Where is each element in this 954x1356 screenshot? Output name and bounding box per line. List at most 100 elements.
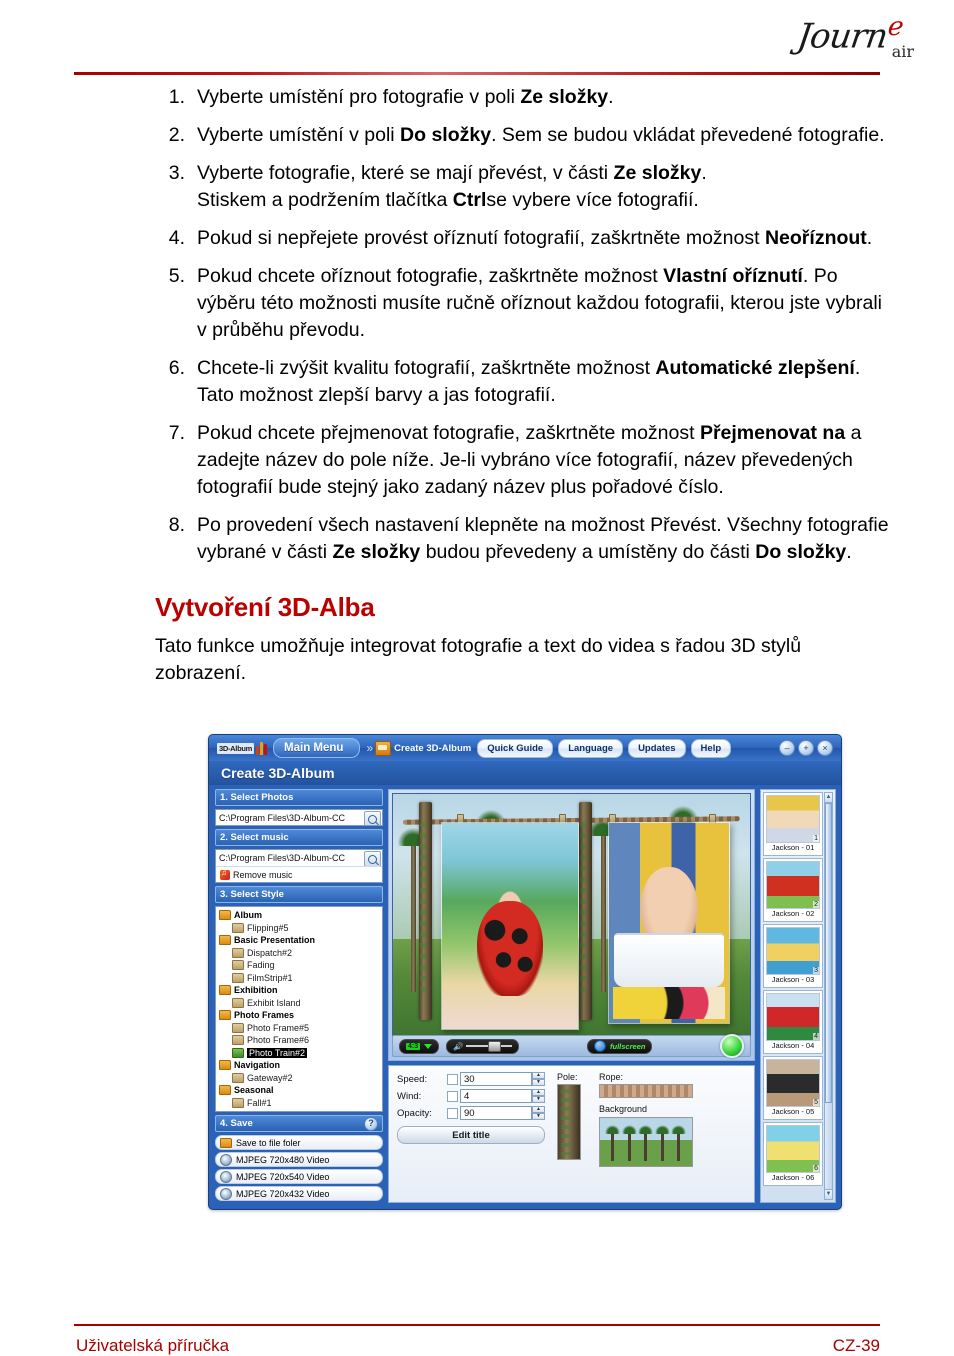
updates-button[interactable]: Updates xyxy=(628,738,686,758)
opacity-checkbox[interactable] xyxy=(447,1107,458,1119)
fullscreen-button[interactable]: fullscreen xyxy=(587,1038,653,1054)
list-item[interactable]: 2 Jackson - 02 xyxy=(763,858,823,922)
left-panel: 1. Select Photos C:\Program Files\3D-Alb… xyxy=(215,789,383,1203)
tree-item-flipping[interactable]: Flipping#5 xyxy=(219,922,382,935)
disc-icon xyxy=(220,1170,232,1183)
rope-swatch[interactable] xyxy=(599,1084,693,1098)
page-content: 1. Vyberte umístění pro fotografie v poli… xyxy=(0,84,954,687)
aspect-ratio-selector[interactable]: 4:3 xyxy=(399,1038,440,1054)
tree-item-gateway[interactable]: Gateway#2 xyxy=(219,1072,382,1085)
spin-up-icon[interactable]: ▲ xyxy=(532,1072,545,1079)
wind-stepper[interactable]: 4 ▲ ▼ xyxy=(447,1089,545,1103)
speed-checkbox[interactable] xyxy=(447,1073,458,1085)
style-tree[interactable]: Album Flipping#5 Basic Presentation Disp… xyxy=(215,906,383,1112)
spin-up-icon[interactable]: ▲ xyxy=(532,1089,545,1096)
music-path-input[interactable]: C:\Program Files\3D-Album-CC xyxy=(216,850,382,867)
tree-group-seasonal[interactable]: Seasonal xyxy=(219,1084,382,1097)
minimize-icon[interactable]: – xyxy=(779,740,795,756)
tree-group-exhibition[interactable]: Exhibition xyxy=(219,984,382,997)
main-menu-button[interactable]: Main Menu xyxy=(273,738,361,758)
background-swatch[interactable] xyxy=(599,1117,693,1167)
save-mjpeg-720x480-button[interactable]: MJPEG 720x480 Video xyxy=(215,1152,383,1167)
browse-photos-button[interactable] xyxy=(364,811,381,825)
preview-canvas[interactable] xyxy=(392,793,751,1037)
opacity-stepper[interactable]: 90 ▲ ▼ xyxy=(447,1106,545,1120)
footer-page-number: CZ-39 xyxy=(832,1336,880,1355)
volume-knob[interactable] xyxy=(488,1041,502,1052)
help-icon[interactable]: ? xyxy=(364,1116,378,1131)
list-item-text: Po provedení všech nastavení klepněte na… xyxy=(197,514,889,563)
photo-tub xyxy=(613,933,725,987)
spin-down-icon[interactable]: ▼ xyxy=(532,1096,545,1103)
tree-group-basic-presentation[interactable]: Basic Presentation xyxy=(219,934,382,947)
tree-item-photo-frame-6[interactable]: Photo Frame#6 xyxy=(219,1034,382,1047)
tree-item-exhibit-island[interactable]: Exhibit Island xyxy=(219,997,382,1010)
folder-icon xyxy=(232,1047,244,1058)
opacity-spin-arrows[interactable]: ▲ ▼ xyxy=(532,1106,545,1120)
help-button[interactable]: Help xyxy=(690,738,732,758)
remove-music-button[interactable]: Remove music xyxy=(216,867,382,882)
volume-track[interactable] xyxy=(466,1041,513,1052)
brand-wordmark: Journe xyxy=(795,12,905,56)
wind-checkbox[interactable] xyxy=(447,1090,458,1102)
list-item[interactable]: 4 Jackson - 04 xyxy=(763,990,823,1054)
list-item: 7. Pokud chcete přejmenovat fotografie, z… xyxy=(155,420,892,501)
list-item-text: Vyberte umístění v poli Do složky. Sem s… xyxy=(197,124,885,146)
play-button[interactable] xyxy=(720,1034,744,1058)
thumbnail-scrollbar[interactable]: ▲ ▼ xyxy=(824,792,833,1200)
browse-music-button[interactable] xyxy=(364,851,381,866)
list-item[interactable]: 5 Jackson - 05 xyxy=(763,1056,823,1120)
list-item[interactable]: 3 Jackson - 03 xyxy=(763,924,823,988)
close-icon[interactable]: × xyxy=(817,740,833,756)
scrollbar-thumb[interactable] xyxy=(825,803,832,1103)
save-mjpeg-720x540-button[interactable]: MJPEG 720x540 Video xyxy=(215,1169,383,1184)
speed-stepper[interactable]: 30 ▲ ▼ xyxy=(447,1072,545,1086)
folder-icon xyxy=(232,1097,244,1108)
folder-icon xyxy=(232,1072,244,1083)
thumbnail-caption: Jackson - 06 xyxy=(771,1173,815,1182)
tree-group-album[interactable]: Album xyxy=(219,909,382,922)
tree-group-photo-frames[interactable]: Photo Frames xyxy=(219,1009,382,1022)
pole-swatch[interactable] xyxy=(557,1084,581,1160)
toolbar-current-item-label: Create 3D-Album xyxy=(394,742,472,754)
spin-down-icon[interactable]: ▼ xyxy=(532,1079,545,1086)
tree-item-fading[interactable]: Fading xyxy=(219,959,382,972)
spin-down-icon[interactable]: ▼ xyxy=(532,1113,545,1120)
opacity-field-row: Opacity: 90 ▲ ▼ xyxy=(397,1106,545,1120)
thumbnail-list[interactable]: 1 Jackson - 01 2 Jackson - 02 3 Jackson … xyxy=(763,792,833,1200)
scroll-up-icon[interactable]: ▲ xyxy=(825,793,832,803)
folder-icon xyxy=(219,910,231,921)
tree-item-photo-frame-5[interactable]: Photo Frame#5 xyxy=(219,1022,382,1035)
list-item[interactable]: 6 Jackson - 06 xyxy=(763,1122,823,1186)
tree-item-filmstrip[interactable]: FilmStrip#1 xyxy=(219,972,382,985)
select-style-heading: 3. Select Style xyxy=(215,886,383,903)
speed-input[interactable]: 30 xyxy=(460,1072,532,1086)
tree-item-fall[interactable]: Fall#1 xyxy=(219,1097,382,1110)
remove-music-label: Remove music xyxy=(233,869,293,880)
wind-spin-arrows[interactable]: ▲ ▼ xyxy=(532,1089,545,1103)
tree-group-navigation[interactable]: Navigation xyxy=(219,1059,382,1072)
tree-item-photo-train-2[interactable]: Photo Train#2 xyxy=(219,1047,382,1060)
language-button[interactable]: Language xyxy=(558,738,624,758)
app-logo-bars-icon xyxy=(256,741,268,755)
quick-guide-button[interactable]: Quick Guide xyxy=(477,738,554,758)
wind-input[interactable]: 4 xyxy=(460,1089,532,1103)
thumbnail-index: 4 xyxy=(813,1033,819,1040)
speed-spin-arrows[interactable]: ▲ ▼ xyxy=(532,1072,545,1086)
volume-slider[interactable]: 🔊 xyxy=(446,1038,520,1054)
edit-title-button[interactable]: Edit title xyxy=(397,1126,545,1144)
scroll-down-icon[interactable]: ▼ xyxy=(825,1189,832,1199)
thumbnail-index: 2 xyxy=(813,901,819,908)
thumbnail-caption: Jackson - 05 xyxy=(771,1107,815,1116)
photo-toys xyxy=(612,987,726,1019)
list-item[interactable]: 1 Jackson - 01 xyxy=(763,792,823,856)
opacity-input[interactable]: 90 xyxy=(460,1106,532,1120)
maximize-icon[interactable]: + xyxy=(798,740,814,756)
save-to-folder-button[interactable]: Save to file foler xyxy=(215,1135,383,1150)
spin-up-icon[interactable]: ▲ xyxy=(532,1106,545,1113)
photos-path-input[interactable]: C:\Program Files\3D-Album-CC xyxy=(215,809,383,826)
tree-item-dispatch[interactable]: Dispatch#2 xyxy=(219,947,382,960)
list-item-text: Pokud chcete oříznout fotografie, zaškrt… xyxy=(197,265,882,341)
thumbnail-caption: Jackson - 03 xyxy=(771,975,815,984)
save-mjpeg-720x432-button[interactable]: MJPEG 720x432 Video xyxy=(215,1186,383,1201)
